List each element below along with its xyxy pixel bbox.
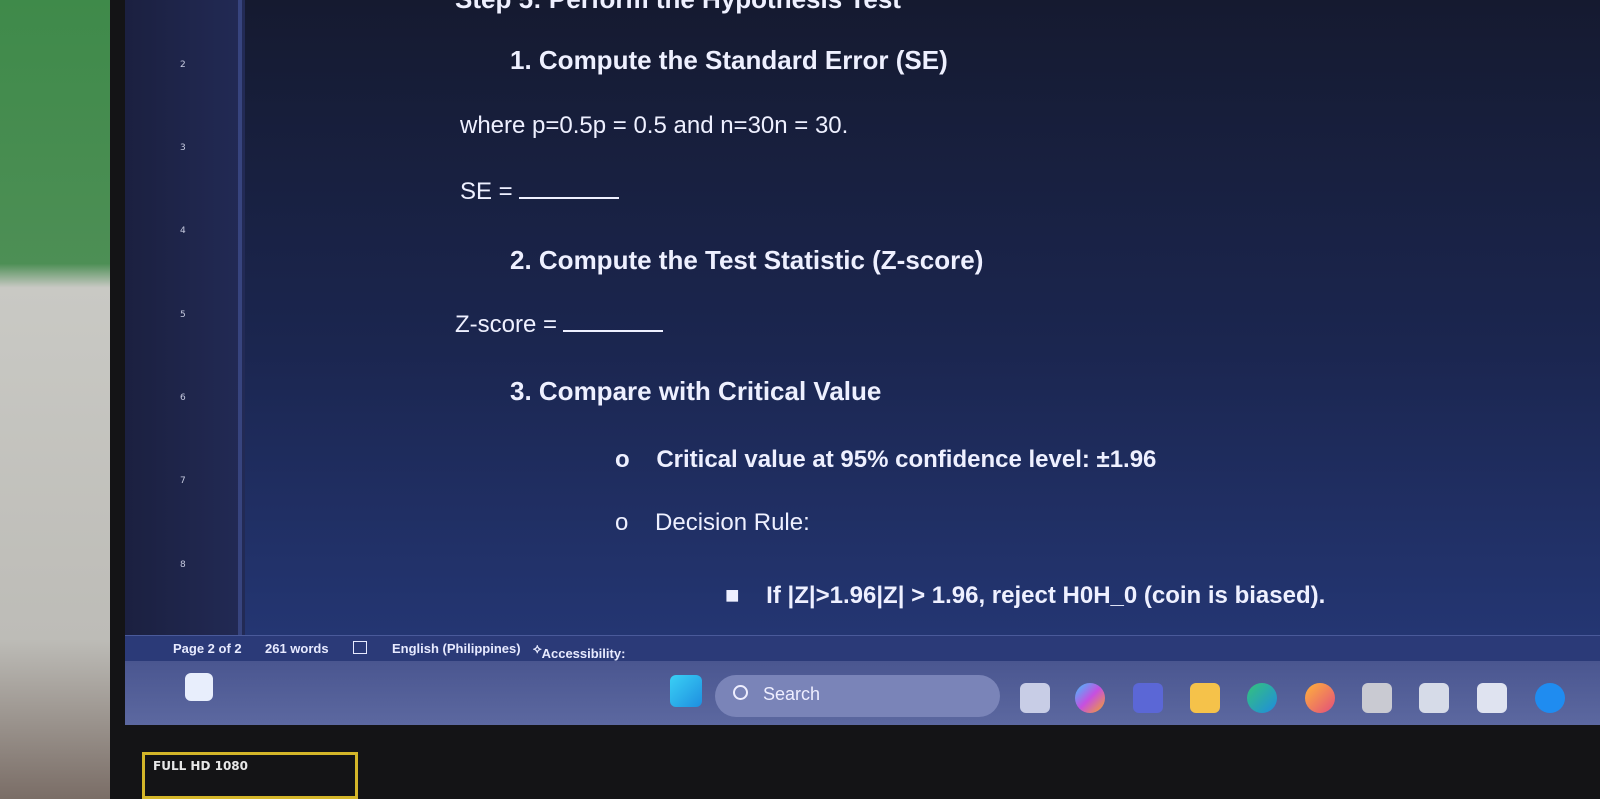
where-text: where p=0.5p = 0.5 and n=30n = 30. (460, 112, 849, 139)
z-score-line[interactable]: Z-score = (455, 311, 664, 339)
z-score-blank[interactable] (563, 330, 664, 332)
accessibility-status[interactable]: ⟡Accessibility: Good to go (533, 641, 625, 676)
step-3-heading: 3. Compare with Critical Value (510, 376, 882, 406)
file-explorer-icon[interactable] (1190, 683, 1220, 713)
proofing-icon[interactable] (353, 641, 367, 654)
page-count[interactable]: Page 2 of 2 (173, 641, 242, 656)
section-heading: Step 5: Perform the Hypothesis Test (455, 0, 901, 15)
amazon-icon[interactable] (1362, 683, 1392, 713)
sub-bullet-rule: ■ If |Z|>1.96|Z| > 1.96, reject H0H_0 (c… (725, 582, 1326, 609)
ruler-mark: 4 (180, 226, 186, 236)
document-area: 2 3 4 5 6 7 8 Step 5: Perform the Hypoth… (125, 0, 1600, 640)
ruler-mark: 8 (180, 560, 186, 570)
ruler-mark: 3 (180, 143, 186, 153)
se-label: SE = (460, 178, 513, 205)
ruler-mark: 7 (180, 476, 186, 486)
bullet-critical-value: o Critical value at 95% confidence level… (615, 446, 1157, 473)
z-score-label: Z-score = (455, 311, 558, 338)
vertical-ruler[interactable]: 2 3 4 5 6 7 8 (125, 0, 245, 635)
edge-icon[interactable] (1247, 683, 1277, 713)
search-icon (733, 685, 748, 700)
microsoft-store-icon[interactable] (1419, 683, 1449, 713)
widgets-icon[interactable] (185, 673, 213, 701)
photos-icon[interactable] (1477, 683, 1507, 713)
windows-start-icon[interactable] (670, 675, 702, 707)
language[interactable]: English (Philippines) (392, 641, 521, 656)
copilot-icon[interactable] (1075, 683, 1105, 713)
word-count[interactable]: 261 words (265, 641, 329, 656)
status-bar: Page 2 of 2 261 words English (Philippin… (125, 635, 1600, 676)
search-box[interactable]: Search (715, 675, 1000, 717)
se-blank[interactable] (518, 197, 619, 199)
step-1-heading: 1. Compute the Standard Error (SE) (510, 45, 948, 75)
ruler-mark: 5 (180, 310, 186, 320)
full-hd-sticker: FULL HD 1080 (142, 752, 358, 799)
bullet-decision-rule: o Decision Rule: (615, 509, 810, 536)
zoom-icon[interactable] (1535, 683, 1565, 713)
step-2-heading: 2. Compute the Test Statistic (Z-score) (510, 245, 984, 275)
se-line[interactable]: SE = (460, 178, 619, 206)
taskbar: Search (125, 661, 1600, 725)
ruler-mark: 6 (180, 393, 186, 403)
teams-icon[interactable] (1133, 683, 1163, 713)
task-view-icon[interactable] (1020, 683, 1050, 713)
firefox-icon[interactable] (1305, 683, 1335, 713)
laptop-screen: 2 3 4 5 6 7 8 Step 5: Perform the Hypoth… (125, 0, 1600, 725)
ruler-mark: 2 (180, 60, 186, 70)
